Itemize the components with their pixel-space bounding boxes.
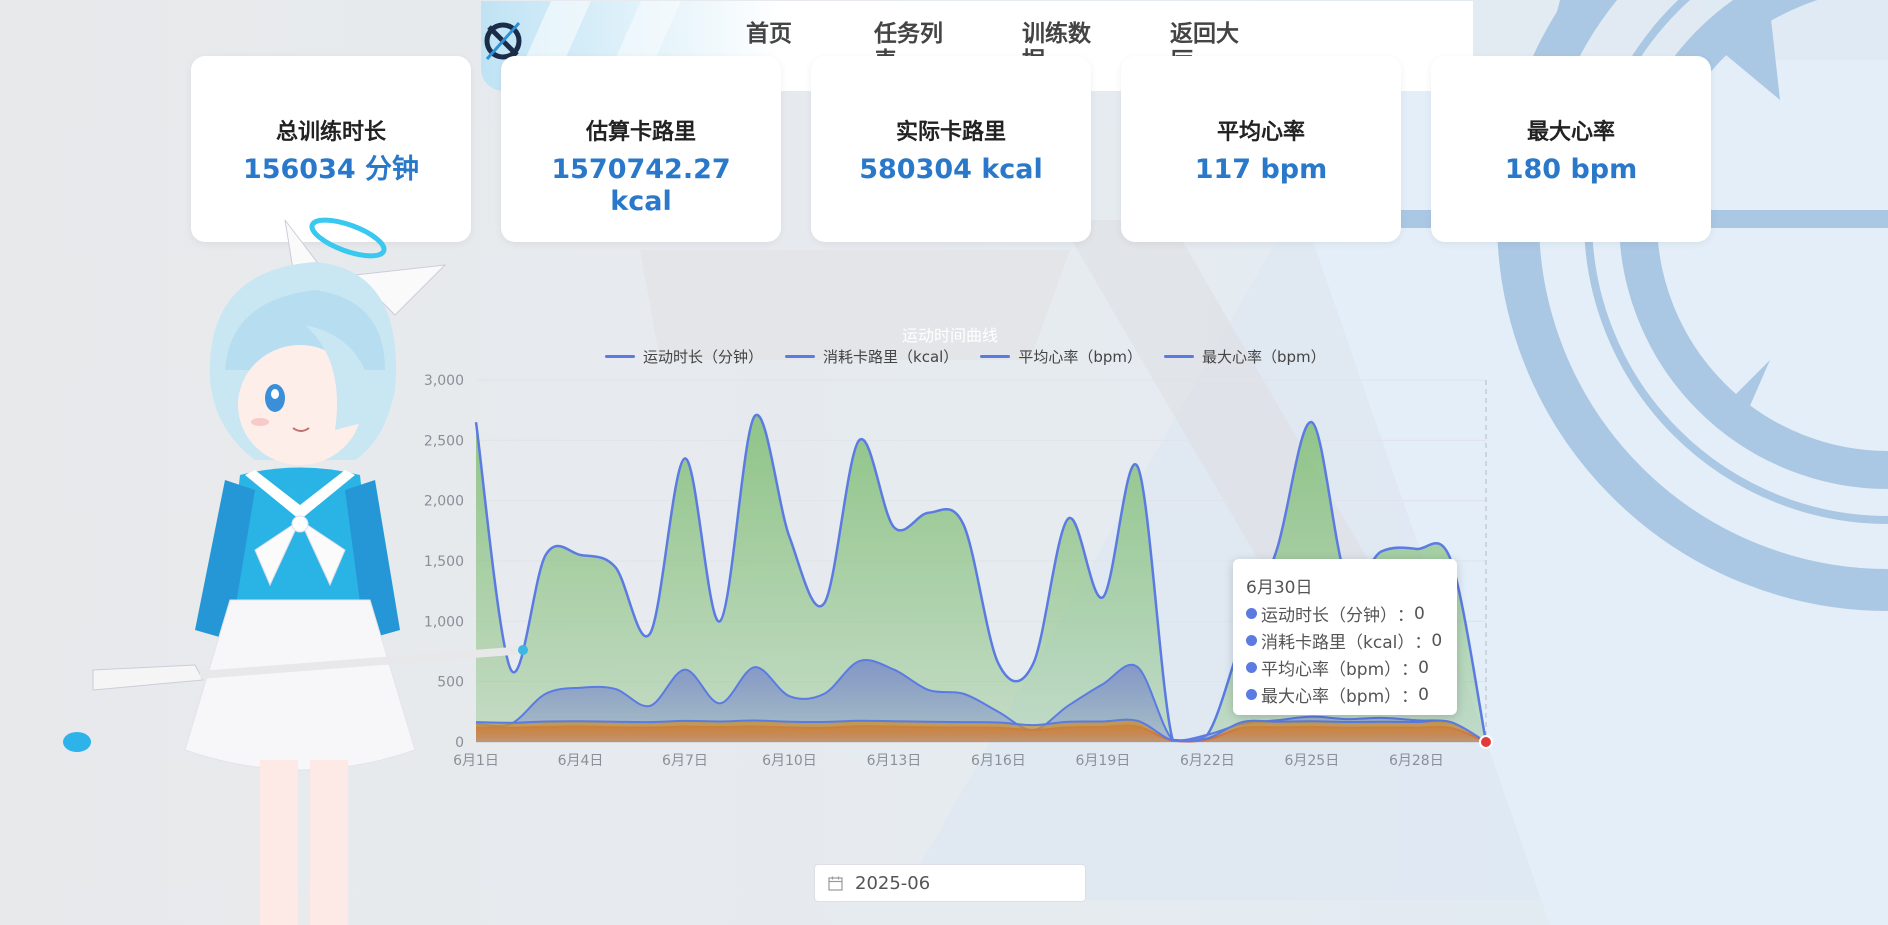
stat-card-max-heart-rate: 最大心率 180 bpm [1431, 56, 1711, 242]
hovered-data-point [1479, 735, 1493, 749]
stat-title: 总训练时长 [275, 120, 386, 145]
nav-home[interactable]: 首页 [746, 21, 818, 48]
x-tick-label: 6月7日 [662, 753, 708, 769]
stat-card-actual-calories: 实际卡路里 580304 kcal [811, 56, 1091, 242]
x-tick-label: 6月10日 [762, 753, 817, 769]
x-tick-label: 6月4日 [558, 753, 604, 769]
x-tick-label: 6月16日 [971, 753, 1026, 769]
tooltip-row: 平均心率（bpm）： 0 [1246, 654, 1457, 681]
date-picker-value: 2025-06 [855, 872, 931, 894]
stat-title: 最大心率 [1526, 120, 1615, 145]
x-tick-label: 6月22日 [1180, 753, 1235, 769]
stat-value: 580304 kcal [859, 154, 1043, 185]
tooltip-date: 6月30日 [1246, 578, 1313, 598]
tooltip-row: 消耗卡路里（kcal）： 0 [1246, 627, 1457, 654]
chart-tooltip: 6月30日 运动时长（分钟）： 0 消耗卡路里（kcal）： 0 平均心率（bpm）… [1233, 559, 1457, 715]
x-tick-label: 6月19日 [1076, 753, 1131, 769]
x-tick-label: 6月25日 [1284, 753, 1339, 769]
stat-value: 180 bpm [1504, 154, 1638, 185]
stat-card-estimated-calories: 估算卡路里 1570742.27 kcal [501, 56, 781, 242]
stat-value: 117 bpm [1194, 154, 1328, 185]
stat-value: 1570742.27 kcal [551, 154, 731, 217]
tooltip-row: 最大心率（bpm）： 0 [1246, 681, 1457, 708]
tooltip-row: 运动时长（分钟）： 0 [1246, 600, 1457, 627]
x-tick-label: 6月28日 [1389, 753, 1444, 769]
stat-value: 156034 分钟 [242, 154, 420, 185]
anime-character-illustration [63, 217, 528, 925]
calendar-icon [828, 876, 843, 891]
stat-title: 实际卡路里 [895, 120, 1006, 145]
x-tick-label: 6月13日 [867, 753, 922, 769]
month-date-picker[interactable]: 2025-06 [814, 864, 1086, 902]
stat-title: 估算卡路里 [585, 120, 696, 145]
stat-title: 平均心率 [1216, 120, 1305, 145]
stat-card-average-heart-rate: 平均心率 117 bpm [1121, 56, 1401, 242]
